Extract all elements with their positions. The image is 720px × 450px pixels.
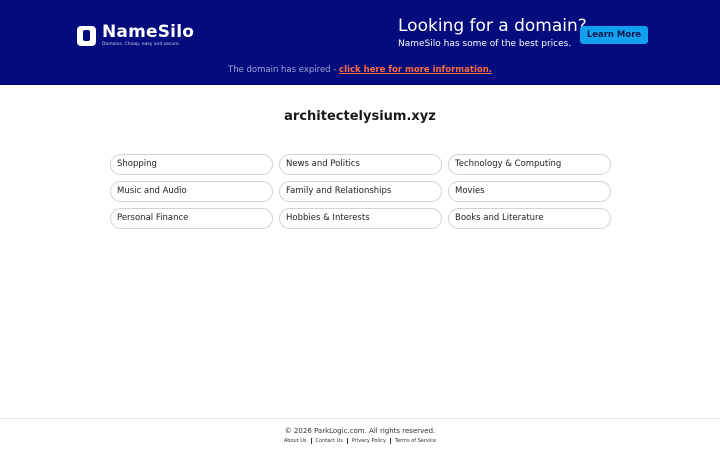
- contact-us-link[interactable]: Contact Us: [312, 438, 347, 444]
- category-grid: Shopping News and Politics Technology & …: [110, 154, 611, 229]
- category-link[interactable]: Technology & Computing: [448, 154, 611, 175]
- terms-of-service-link[interactable]: Terms of Service: [391, 438, 440, 444]
- footer-links: About Us Contact Us Privacy Policy Terms of…: [0, 437, 720, 445]
- header-banner: NameSilo Domains. Cheap, easy and secure…: [0, 0, 720, 85]
- expired-notice: The domain has expired - click here for …: [0, 64, 720, 76]
- brand-name: NameSilo: [102, 22, 195, 42]
- category-link[interactable]: Movies: [448, 181, 611, 202]
- domain-title: architectelysium.xyz: [284, 109, 436, 124]
- category-link[interactable]: Hobbies & Interests: [279, 208, 442, 229]
- category-link[interactable]: Shopping: [110, 154, 273, 175]
- category-link[interactable]: Music and Audio: [110, 181, 273, 202]
- about-us-link[interactable]: About Us: [280, 438, 311, 444]
- category-link[interactable]: News and Politics: [279, 154, 442, 175]
- privacy-policy-link[interactable]: Privacy Policy: [348, 438, 390, 444]
- copyright-text: © 2026 ParkLogic.com. All rights reserve…: [284, 427, 436, 435]
- footer: © 2026 ParkLogic.com. All rights reserve…: [0, 418, 720, 450]
- expired-notice-text: The domain has expired -: [228, 65, 340, 75]
- brand-logo[interactable]: NameSilo Domains. Cheap, easy and secure: [77, 24, 194, 48]
- category-link[interactable]: Family and Relationships: [279, 181, 442, 202]
- category-link[interactable]: Books and Literature: [448, 208, 611, 229]
- brand-text: NameSilo Domains. Cheap, easy and secure: [102, 24, 194, 48]
- brand-tagline: Domains. Cheap, easy and secure: [102, 42, 179, 47]
- learn-more-button[interactable]: Learn More: [580, 26, 648, 44]
- more-info-link[interactable]: click here for more information.: [339, 65, 492, 75]
- namesilo-logo-icon: [77, 26, 96, 46]
- promo-title: Looking for a domain?: [398, 16, 587, 36]
- category-link[interactable]: Personal Finance: [110, 208, 273, 229]
- promo-subtitle: NameSilo has some of the best prices.: [398, 39, 572, 49]
